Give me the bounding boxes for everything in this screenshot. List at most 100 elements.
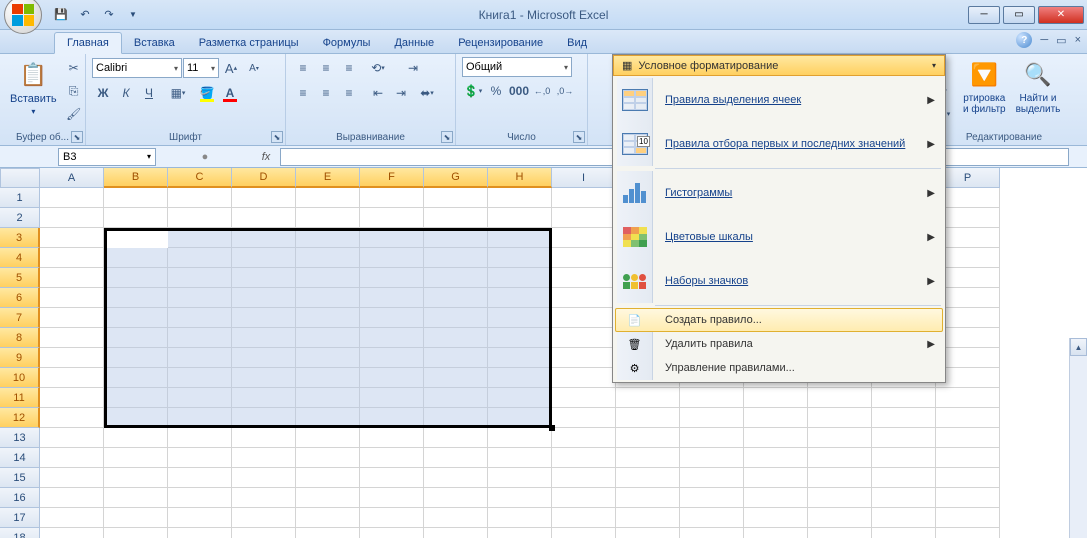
- mdi-close-icon[interactable]: ×: [1075, 34, 1081, 46]
- cell[interactable]: [488, 468, 552, 488]
- wrap-text-icon[interactable]: ⇥: [399, 57, 427, 79]
- cell[interactable]: [680, 528, 744, 538]
- align-top-icon[interactable]: ≡: [292, 57, 314, 79]
- help-icon[interactable]: ?: [1016, 32, 1032, 48]
- column-header[interactable]: C: [168, 168, 232, 188]
- cell[interactable]: [552, 268, 616, 288]
- cell[interactable]: [616, 408, 680, 428]
- cell[interactable]: [488, 188, 552, 208]
- cell[interactable]: [424, 208, 488, 228]
- cell[interactable]: [296, 428, 360, 448]
- cell[interactable]: [744, 488, 808, 508]
- cell[interactable]: [936, 408, 1000, 428]
- cell[interactable]: [552, 508, 616, 528]
- cell[interactable]: [872, 408, 936, 428]
- format-painter-icon[interactable]: 🖌: [63, 103, 85, 125]
- cell[interactable]: [168, 508, 232, 528]
- row-header[interactable]: 16: [0, 488, 40, 508]
- cell[interactable]: [40, 488, 104, 508]
- cell[interactable]: [424, 228, 488, 248]
- cell[interactable]: [360, 388, 424, 408]
- column-header[interactable]: A: [40, 168, 104, 188]
- cell[interactable]: [616, 448, 680, 468]
- mdi-restore-icon[interactable]: ▭: [1056, 34, 1066, 47]
- cell[interactable]: [296, 448, 360, 468]
- column-header[interactable]: G: [424, 168, 488, 188]
- cell[interactable]: [744, 428, 808, 448]
- cell[interactable]: [168, 408, 232, 428]
- cell[interactable]: [40, 388, 104, 408]
- cell[interactable]: [168, 248, 232, 268]
- mdi-minimize-icon[interactable]: ─: [1040, 34, 1048, 46]
- cell[interactable]: [232, 388, 296, 408]
- cell[interactable]: [808, 408, 872, 428]
- percent-icon[interactable]: %: [485, 80, 507, 102]
- cell[interactable]: [360, 408, 424, 428]
- cell[interactable]: [40, 348, 104, 368]
- cell[interactable]: [360, 328, 424, 348]
- cell[interactable]: [424, 388, 488, 408]
- cell[interactable]: [360, 508, 424, 528]
- cell[interactable]: [360, 228, 424, 248]
- cell[interactable]: [488, 488, 552, 508]
- cell[interactable]: [168, 268, 232, 288]
- row-header[interactable]: 1: [0, 188, 40, 208]
- border-icon[interactable]: ▦▾: [167, 82, 189, 104]
- cell[interactable]: [104, 348, 168, 368]
- cell[interactable]: [936, 468, 1000, 488]
- cell[interactable]: [808, 508, 872, 528]
- row-header[interactable]: 2: [0, 208, 40, 228]
- cell[interactable]: [40, 368, 104, 388]
- cell[interactable]: [40, 188, 104, 208]
- cell[interactable]: [552, 348, 616, 368]
- save-icon[interactable]: 💾: [52, 6, 70, 24]
- cell[interactable]: [552, 428, 616, 448]
- cell[interactable]: [168, 328, 232, 348]
- cell[interactable]: [232, 188, 296, 208]
- cell[interactable]: [360, 268, 424, 288]
- cell[interactable]: [360, 348, 424, 368]
- cell[interactable]: [104, 388, 168, 408]
- cell[interactable]: [424, 508, 488, 528]
- redo-icon[interactable]: ↷: [100, 6, 118, 24]
- tab-formulas[interactable]: Формулы: [311, 33, 383, 53]
- cell[interactable]: [488, 388, 552, 408]
- cell[interactable]: [40, 208, 104, 228]
- cell[interactable]: [936, 508, 1000, 528]
- cell[interactable]: [296, 528, 360, 538]
- cell[interactable]: [104, 448, 168, 468]
- cell[interactable]: [168, 388, 232, 408]
- column-header[interactable]: F: [360, 168, 424, 188]
- cell[interactable]: [168, 288, 232, 308]
- row-header[interactable]: 11: [0, 388, 40, 408]
- cell[interactable]: [296, 288, 360, 308]
- cell[interactable]: [360, 448, 424, 468]
- cell[interactable]: [232, 368, 296, 388]
- row-header[interactable]: 13: [0, 428, 40, 448]
- scroll-up-icon[interactable]: ▲: [1070, 338, 1087, 356]
- cell[interactable]: [296, 508, 360, 528]
- number-format-combo[interactable]: Общий▾: [462, 57, 572, 77]
- name-box[interactable]: B3▾: [58, 148, 156, 166]
- cell[interactable]: [616, 428, 680, 448]
- cell[interactable]: [680, 408, 744, 428]
- cell[interactable]: [232, 268, 296, 288]
- cell[interactable]: [488, 268, 552, 288]
- underline-button[interactable]: Ч: [138, 82, 160, 104]
- cell[interactable]: [296, 248, 360, 268]
- cell[interactable]: [40, 328, 104, 348]
- cell[interactable]: [168, 448, 232, 468]
- fill-color-icon[interactable]: 🪣: [196, 82, 218, 104]
- cell[interactable]: [104, 188, 168, 208]
- cell[interactable]: [744, 448, 808, 468]
- cell[interactable]: [488, 248, 552, 268]
- cell[interactable]: [872, 448, 936, 468]
- cell[interactable]: [104, 428, 168, 448]
- cell[interactable]: [232, 488, 296, 508]
- fx-icon[interactable]: fx: [254, 148, 278, 166]
- cell[interactable]: [744, 508, 808, 528]
- italic-button[interactable]: К: [115, 82, 137, 104]
- cell[interactable]: [296, 368, 360, 388]
- align-center-icon[interactable]: ≡: [315, 82, 337, 104]
- cell[interactable]: [488, 448, 552, 468]
